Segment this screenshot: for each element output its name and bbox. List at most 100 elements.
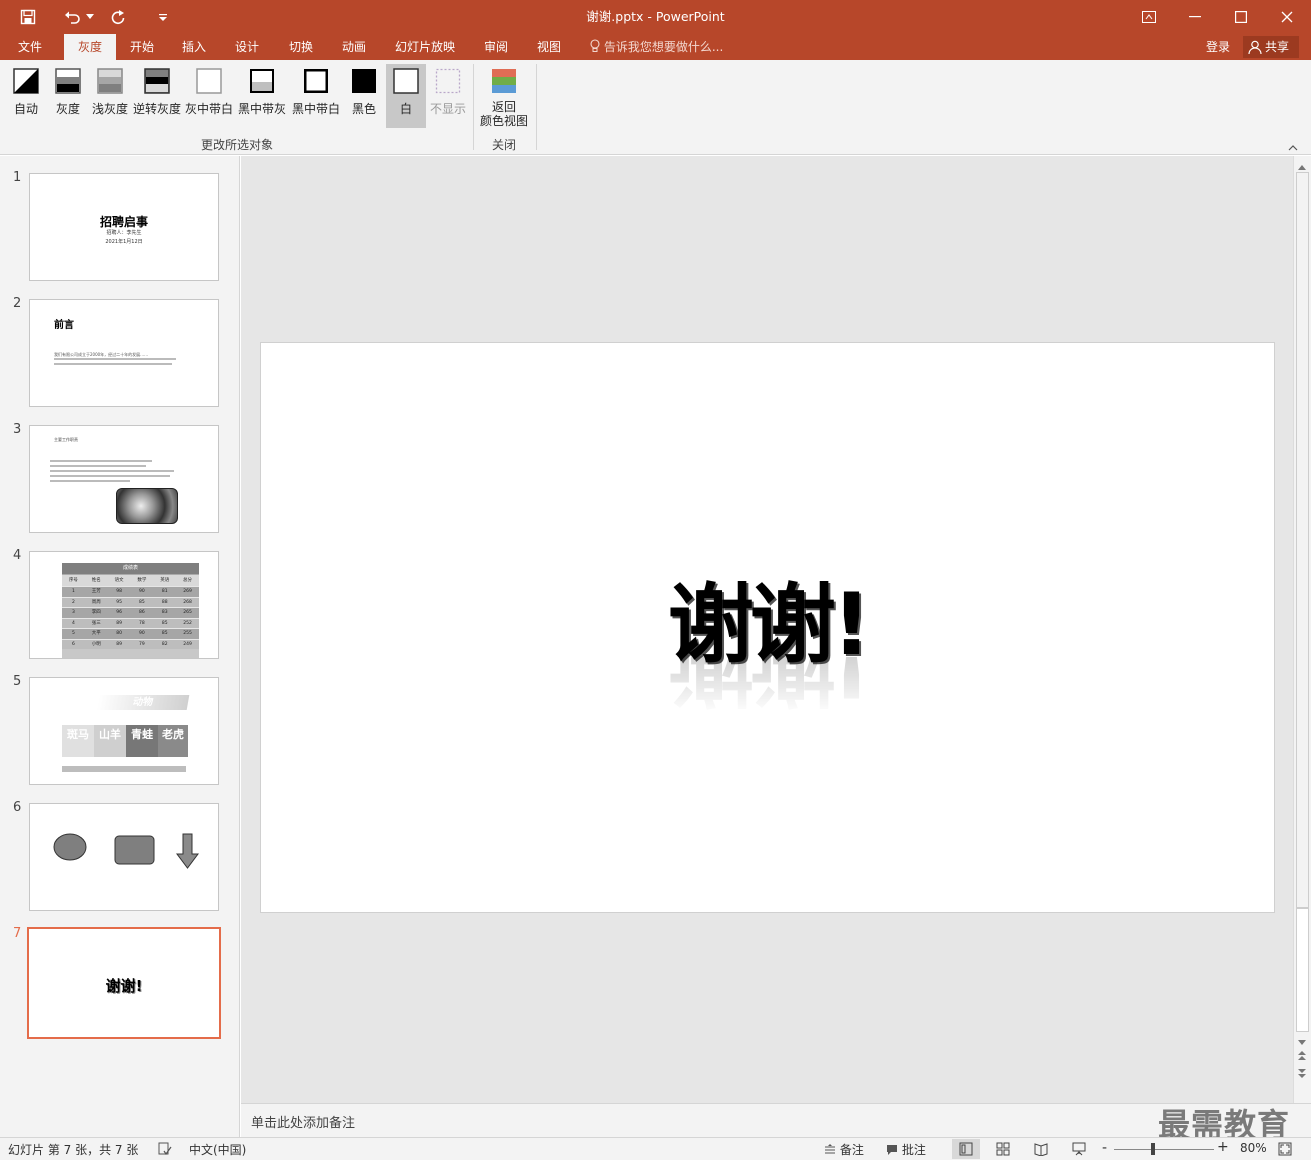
title-bar: 谢谢.pptx - PowerPoint [0, 0, 1311, 34]
reading-view-button[interactable] [1034, 1142, 1048, 1159]
slide-text-reflection: 谢谢! [667, 655, 868, 715]
language-indicator[interactable]: 中文(中国) [189, 1141, 246, 1158]
grayscale-button[interactable]: 灰度 [48, 64, 88, 128]
notes-placeholder[interactable]: 单击此处添加备注 [251, 1112, 355, 1131]
thumb-table: 序号 姓名 语文 数学 英语 总分 1 王芳 98 90 81 269 2 周周 95 85 88 2… [62, 574, 199, 658]
current-slide[interactable]: 谢谢! 谢谢! [260, 342, 1275, 913]
table-cell: 王芳 [91, 589, 101, 594]
normal-view-button[interactable] [952, 1139, 980, 1159]
scroll-track[interactable] [1296, 172, 1309, 908]
table-cell: 1 [71, 589, 75, 594]
redo-icon[interactable] [104, 0, 132, 34]
slide-thumbnail-7[interactable]: 谢谢! [27, 927, 221, 1039]
zoom-in-button[interactable]: + [1217, 1139, 1229, 1155]
tab-file[interactable]: 文件 [8, 34, 52, 60]
thumb-title: 前言 [54, 320, 74, 331]
zoom-slider-thumb[interactable] [1151, 1143, 1155, 1155]
table-cell: 80 [116, 631, 122, 636]
color-view-icon [492, 69, 516, 93]
down-arrow-shape [176, 833, 199, 869]
slide-sorter-button[interactable] [996, 1142, 1010, 1159]
black-with-gray-button[interactable]: 黑中带灰 [236, 64, 288, 128]
white-label: 白 [399, 102, 412, 116]
white-button[interactable]: 白 [386, 64, 426, 128]
slide-number: 3 [13, 422, 22, 437]
cell-text: 老虎 [162, 728, 184, 741]
comments-button[interactable]: 批注 [886, 1141, 926, 1158]
table-row: 3 李四 96 86 83 265 [62, 607, 199, 618]
dont-show-button[interactable]: 不显示 [428, 64, 468, 128]
slide-thumbnail-3[interactable]: 主要工作职责 [29, 425, 219, 533]
slide-thumbnail-4[interactable]: 成绩表 序号 姓名 语文 数学 英语 总分 1 王芳 98 90 81 269 2 周周 95 8… [29, 551, 219, 659]
undo-dropdown-icon[interactable] [84, 0, 96, 34]
zoom-out-button[interactable]: - [1102, 1140, 1107, 1156]
tab-animations[interactable]: 动画 [332, 34, 376, 60]
cell-text: 斑马 [67, 728, 89, 741]
slide-thumbnail-2[interactable]: 前言 我们有限公司成立于2000年，经过二十年的发展…… [29, 299, 219, 407]
tell-me-search[interactable]: 告诉我您想要做什么... [590, 34, 723, 60]
notes-pane[interactable]: 单击此处添加备注 [241, 1103, 1311, 1137]
slide-thumbnail-pane: 1 招聘启事 招聘人：李先生 2021年1月12日 2 前言 我们有限公司成立于… [0, 156, 240, 1137]
auto-button[interactable]: 自动 [6, 64, 46, 128]
tab-slideshow[interactable]: 幻灯片放映 [388, 34, 462, 60]
spell-check-icon[interactable] [158, 1142, 172, 1159]
thumb-base-bar [62, 766, 186, 772]
sign-in-link[interactable]: 登录 [1206, 34, 1230, 60]
collapse-ribbon-icon[interactable] [1288, 140, 1302, 152]
save-icon[interactable] [12, 0, 44, 34]
cell-text: 山羊 [99, 728, 121, 741]
back-to-color-view-button[interactable]: 返回 颜色视图 [478, 64, 530, 132]
slide-thumbnail-1[interactable]: 招聘启事 招聘人：李先生 2021年1月12日 [29, 173, 219, 281]
black-with-white-icon [304, 69, 328, 93]
slide-number: 4 [13, 548, 22, 563]
table-cell: 6 [71, 641, 75, 647]
tab-transitions[interactable]: 切换 [279, 34, 323, 60]
scroll-down-icon[interactable] [1297, 1036, 1307, 1050]
notes-button[interactable]: 备注 [824, 1141, 864, 1158]
ribbon-display-options-icon[interactable] [1126, 0, 1172, 34]
light-grayscale-button[interactable]: 浅灰度 [90, 64, 130, 128]
thumb-image [116, 488, 178, 524]
thumb-title: 招聘启事 [99, 215, 148, 229]
tab-view[interactable]: 视图 [527, 34, 571, 60]
fit-to-window-button[interactable] [1278, 1142, 1292, 1159]
close-icon[interactable] [1264, 0, 1310, 34]
slideshow-button[interactable] [1072, 1142, 1086, 1159]
table-row: 1 王芳 98 90 81 269 [62, 586, 199, 597]
inverse-grayscale-button[interactable]: 逆转灰度 [132, 64, 182, 128]
thumb-cell: 山羊 [94, 725, 126, 757]
slideshow-icon [1072, 1142, 1086, 1156]
scroll-thumb[interactable] [1296, 908, 1309, 1032]
table-cell: 268 [183, 599, 192, 605]
previous-slide-icon[interactable] [1297, 1050, 1307, 1065]
thumb-text: 谢谢! [105, 977, 143, 995]
oval-shape [53, 833, 87, 861]
tab-review[interactable]: 审阅 [474, 34, 518, 60]
tab-design[interactable]: 设计 [225, 34, 269, 60]
table-cell: 4 [71, 620, 75, 626]
normal-view-icon [959, 1142, 973, 1156]
fit-to-window-icon [1278, 1142, 1292, 1156]
zoom-level[interactable]: 80% [1240, 1141, 1267, 1155]
slide-thumbnail-6[interactable] [29, 803, 219, 911]
rounded-rect-shape [114, 835, 155, 865]
slide-thumbnail-5[interactable]: 动物 斑马 山羊 青蛙 老虎 [29, 677, 219, 785]
maximize-icon[interactable] [1218, 0, 1264, 34]
black-button[interactable]: 黑色 [344, 64, 384, 128]
black-with-white-button[interactable]: 黑中带白 [290, 64, 342, 128]
customize-toolbar-icon[interactable] [152, 0, 174, 34]
vertical-scrollbar[interactable] [1293, 156, 1311, 1103]
tab-home[interactable]: 开始 [120, 34, 164, 60]
share-button[interactable]: 共享 [1243, 36, 1299, 58]
tab-insert[interactable]: 插入 [172, 34, 216, 60]
zoom-slider-track[interactable] [1114, 1149, 1214, 1150]
tab-grayscale[interactable]: 灰度 [64, 34, 116, 60]
next-slide-icon[interactable] [1297, 1068, 1307, 1083]
minimize-icon[interactable] [1172, 0, 1218, 34]
table-cell: 张三 [91, 620, 101, 626]
table-header: 姓名 [91, 578, 101, 583]
thumb-heading: 主要工作职责 [54, 437, 78, 442]
gray-with-white-button[interactable]: 灰中带白 [184, 64, 234, 128]
cell-text: 青蛙 [131, 728, 153, 741]
group-separator [536, 64, 537, 150]
